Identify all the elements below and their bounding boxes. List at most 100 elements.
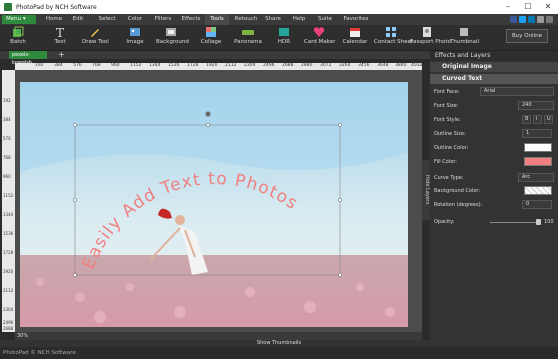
- background-color-swatch[interactable]: [524, 186, 552, 195]
- ruler-tick-label: 2880: [301, 63, 313, 68]
- buy-online-button[interactable]: Buy Online: [506, 29, 548, 43]
- ruler-tick-label: 2112: [3, 288, 14, 293]
- status-row: 30%: [15, 332, 422, 340]
- font-face-select[interactable]: Arial: [480, 87, 554, 96]
- contact-sheet-button[interactable]: Contact Sheet: [374, 26, 413, 45]
- settings-icon[interactable]: [546, 16, 553, 23]
- photo-canvas[interactable]: Easily Add Text to Photos: [20, 82, 408, 327]
- app-icon: [4, 3, 12, 11]
- ruler-tick-label: 3072: [320, 63, 332, 68]
- ruler-tick-label: 3840: [395, 63, 407, 68]
- ruler-tick-label: 192: [35, 63, 44, 68]
- tab-help[interactable]: Help: [290, 14, 308, 25]
- ruler-tick-label: 1152: [3, 193, 14, 198]
- panorama-button[interactable]: Panorama: [234, 26, 262, 45]
- tab-home[interactable]: Home: [42, 14, 66, 25]
- svg-text:T: T: [56, 26, 64, 38]
- tab-select[interactable]: Select: [94, 14, 120, 25]
- calendar-button[interactable]: Calendar: [342, 26, 368, 45]
- ruler-tick-label: 1536: [168, 63, 180, 68]
- rotate-handle-icon[interactable]: [205, 111, 211, 117]
- underline-button[interactable]: U: [544, 115, 553, 124]
- background-color-row: Background Color:: [430, 186, 558, 197]
- tab-favorites[interactable]: Favorites: [340, 14, 372, 25]
- calendar-icon: [350, 28, 360, 37]
- thumbnail-button[interactable]: Thumbnail: [450, 26, 479, 45]
- layer-original-image[interactable]: Original Image: [430, 62, 558, 72]
- facebook-icon[interactable]: [510, 16, 517, 23]
- tab-retouch[interactable]: Retouch: [232, 14, 260, 25]
- toolbar: Batch T Text Draw Tool Image Background …: [0, 25, 558, 51]
- hide-layers-tab[interactable]: Hide Layers: [422, 160, 430, 220]
- help-icon[interactable]: [537, 16, 544, 23]
- tab-effects[interactable]: Effects: [178, 14, 204, 25]
- card-maker-button[interactable]: Card Maker: [304, 26, 335, 45]
- font-face-row: Font Face: Arial: [430, 87, 558, 98]
- outline-color-swatch[interactable]: [524, 143, 552, 152]
- opacity-slider-handle[interactable]: [536, 219, 541, 225]
- text-button[interactable]: T Text: [50, 26, 70, 45]
- hdr-icon: [279, 28, 289, 36]
- document-tab[interactable]: pexels-kowalsh...: [9, 51, 47, 66]
- image-button[interactable]: Image: [124, 26, 146, 45]
- ruler-tick-label: 4032: [411, 63, 423, 68]
- ruler-tick-label: 3264: [339, 63, 351, 68]
- opacity-row: Opacity: 100: [434, 219, 554, 225]
- maximize-icon[interactable]: ☐: [518, 0, 538, 14]
- tab-share[interactable]: Share: [262, 14, 284, 25]
- ruler-left: 192 384 576 768 960 1152 1344 1536 1728 …: [2, 70, 15, 332]
- ruler-tick-label: 2304: [244, 63, 256, 68]
- ruler-tick-label: 384: [54, 63, 63, 68]
- menu-button[interactable]: Menu ▾: [2, 15, 36, 24]
- passport-photo-button[interactable]: Passport Photo: [410, 26, 451, 45]
- ruler-tick-label: 1152: [130, 63, 142, 68]
- curve-type-row: Curve Type: Arc: [430, 173, 558, 184]
- thumbnail-icon: [460, 28, 468, 36]
- bold-button[interactable]: B: [522, 115, 531, 124]
- fill-color-row: Fill Color:: [430, 157, 558, 168]
- tab-suite[interactable]: Suite: [316, 14, 334, 25]
- batch-icon: [13, 26, 24, 37]
- ruler-tick-label: 2688: [3, 326, 14, 331]
- tab-color[interactable]: Color: [124, 14, 146, 25]
- font-size-row: Font Size: 240: [430, 101, 558, 112]
- ruler-tick-label: 1920: [3, 269, 14, 274]
- ruler-tick-label: 960: [111, 63, 120, 68]
- zoom-level[interactable]: 30%: [17, 333, 28, 339]
- ruler-tick-label: 192: [3, 98, 11, 103]
- ruler-tick-label: 576: [3, 136, 11, 141]
- collage-button[interactable]: Collage: [200, 26, 222, 45]
- tab-filters[interactable]: Filters: [150, 14, 176, 25]
- ruler-tick-label: 768: [3, 155, 11, 160]
- opacity-slider-track[interactable]: [490, 222, 540, 223]
- ruler-tick-label: 1344: [3, 212, 14, 217]
- font-style-row: Font Style: B I U: [430, 115, 558, 126]
- outline-size-input[interactable]: 1: [522, 129, 552, 138]
- contact-sheet-icon: [386, 27, 396, 37]
- outline-size-row: Outline Size: 1: [430, 129, 558, 140]
- draw-tool-button[interactable]: Draw Tool: [82, 26, 109, 45]
- font-size-select[interactable]: 240: [518, 101, 554, 110]
- ruler-tick-label: 1728: [3, 250, 14, 255]
- minimize-icon[interactable]: –: [498, 0, 518, 14]
- close-icon[interactable]: ✕: [538, 0, 558, 14]
- add-tab-button[interactable]: +: [58, 51, 65, 59]
- curve-type-select[interactable]: Arc: [518, 173, 554, 182]
- ruler-tick-label: 1344: [149, 63, 161, 68]
- window-title: PhotoPad by NCH Software: [16, 3, 97, 11]
- ruler-top: 192 384 576 768 960 1152 1344 1536 1728 …: [15, 63, 422, 70]
- fill-color-swatch[interactable]: [524, 157, 552, 166]
- twitter-icon[interactable]: [519, 16, 526, 23]
- background-button[interactable]: Background: [156, 26, 189, 45]
- linkedin-icon[interactable]: [528, 16, 535, 23]
- hdr-button[interactable]: HDR: [274, 26, 294, 45]
- tab-edit[interactable]: Edit: [68, 14, 88, 25]
- layer-curved-text[interactable]: Curved Text: [430, 74, 558, 84]
- ruler-tick-label: 2496: [263, 63, 275, 68]
- ruler-tick-label: 1536: [3, 231, 14, 236]
- rotation-input[interactable]: 0: [522, 200, 552, 209]
- batch-button[interactable]: Batch: [8, 26, 28, 45]
- ruler-tick-label: 384: [3, 117, 11, 122]
- tab-tools[interactable]: Tools: [205, 14, 229, 25]
- italic-button[interactable]: I: [533, 115, 542, 124]
